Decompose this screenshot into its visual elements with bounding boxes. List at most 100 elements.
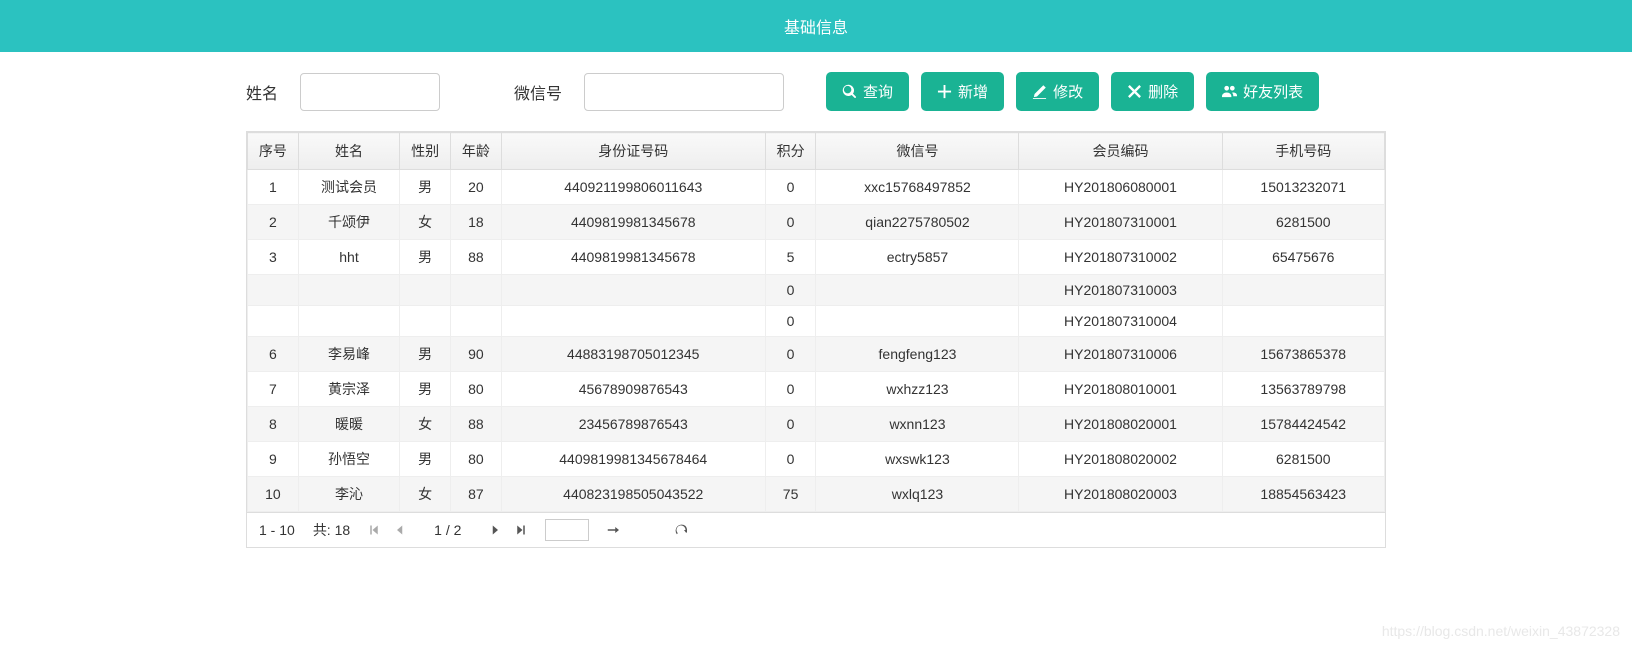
table-cell: 女 (400, 205, 451, 240)
table-cell: 75 (765, 477, 816, 512)
table-row[interactable]: 3hht男8844098199813456785ectry5857HY20180… (248, 240, 1385, 275)
table-row[interactable]: 0HY201807310003 (248, 275, 1385, 306)
table-cell: 女 (400, 407, 451, 442)
table-cell: HY201808020001 (1019, 407, 1222, 442)
table-cell: HY201808010001 (1019, 372, 1222, 407)
table-cell: 90 (451, 337, 502, 372)
table-row[interactable]: 8暖暖女88234567898765430wxnn123HY2018080200… (248, 407, 1385, 442)
table-cell: 男 (400, 240, 451, 275)
goto-page-input[interactable] (545, 519, 589, 541)
table-cell: 80 (451, 372, 502, 407)
last-page-icon[interactable] (515, 524, 527, 536)
table-cell: HY201806080001 (1019, 170, 1222, 205)
th-points[interactable]: 积分 (765, 133, 816, 170)
table-row[interactable]: 1测试会员男204409211998060116430xxc1576849785… (248, 170, 1385, 205)
table-cell: 0 (765, 170, 816, 205)
th-phone[interactable]: 手机号码 (1222, 133, 1384, 170)
table-cell: 18854563423 (1222, 477, 1384, 512)
table-cell: hht (298, 240, 400, 275)
th-seq[interactable]: 序号 (248, 133, 299, 170)
table-cell: 18 (451, 205, 502, 240)
page-header: 基础信息 (0, 0, 1632, 52)
table-cell: 6281500 (1222, 205, 1384, 240)
th-age[interactable]: 年龄 (451, 133, 502, 170)
table-cell: 0 (765, 442, 816, 477)
delete-button[interactable]: 删除 (1111, 72, 1194, 111)
table-cell (248, 275, 299, 306)
friends-button[interactable]: 好友列表 (1206, 72, 1319, 111)
prev-page-icon[interactable] (394, 524, 406, 536)
query-label: 查询 (863, 81, 893, 102)
table-cell: 440823198505043522 (501, 477, 765, 512)
next-page-icon[interactable] (489, 524, 501, 536)
search-icon (842, 84, 857, 99)
table-cell (248, 306, 299, 337)
table-row[interactable]: 9孙悟空男8044098199813456784640wxswk123HY201… (248, 442, 1385, 477)
friends-label: 好友列表 (1243, 81, 1303, 102)
table-cell: qian2275780502 (816, 205, 1019, 240)
table-cell (1222, 306, 1384, 337)
table-cell (451, 275, 502, 306)
table-cell: 暖暖 (298, 407, 400, 442)
name-input[interactable] (300, 73, 440, 111)
table-cell: 87 (451, 477, 502, 512)
table-cell: HY201808020002 (1019, 442, 1222, 477)
data-table-container: 序号 姓名 性别 年龄 身份证号码 积分 微信号 会员编码 手机号码 1测试会员… (246, 131, 1386, 548)
edit-label: 修改 (1053, 81, 1083, 102)
table-cell: ectry5857 (816, 240, 1019, 275)
table-cell (400, 275, 451, 306)
refresh-icon[interactable] (675, 524, 687, 536)
pager-page: 1 / 2 (434, 522, 461, 538)
table-cell: 10 (248, 477, 299, 512)
table-cell: 李易峰 (298, 337, 400, 372)
table-cell: HY201807310003 (1019, 275, 1222, 306)
table-cell: 20 (451, 170, 502, 205)
table-cell (501, 275, 765, 306)
table-cell: 0 (765, 372, 816, 407)
table-cell: HY201807310004 (1019, 306, 1222, 337)
table-cell: 3 (248, 240, 299, 275)
table-cell: 1 (248, 170, 299, 205)
th-name[interactable]: 姓名 (298, 133, 400, 170)
data-table: 序号 姓名 性别 年龄 身份证号码 积分 微信号 会员编码 手机号码 1测试会员… (247, 132, 1385, 512)
th-wechat[interactable]: 微信号 (816, 133, 1019, 170)
table-cell: 测试会员 (298, 170, 400, 205)
table-cell: 15013232071 (1222, 170, 1384, 205)
goto-icon[interactable] (607, 524, 619, 536)
add-button[interactable]: 新增 (921, 72, 1004, 111)
th-idcard[interactable]: 身份证号码 (501, 133, 765, 170)
table-cell: 4409819981345678 (501, 240, 765, 275)
table-cell: 李沁 (298, 477, 400, 512)
table-row[interactable]: 0HY201807310004 (248, 306, 1385, 337)
page-title: 基础信息 (784, 20, 848, 37)
table-cell: 男 (400, 337, 451, 372)
table-row[interactable]: 7黄宗泽男80456789098765430wxhzz123HY20180801… (248, 372, 1385, 407)
delete-label: 删除 (1148, 81, 1178, 102)
table-cell: 65475676 (1222, 240, 1384, 275)
first-page-icon[interactable] (368, 524, 380, 536)
table-cell: 88 (451, 240, 502, 275)
pagination-bar: 1 - 10 共: 18 1 / 2 (247, 512, 1385, 547)
table-cell: 0 (765, 407, 816, 442)
th-member[interactable]: 会员编码 (1019, 133, 1222, 170)
table-cell: 0 (765, 337, 816, 372)
table-row[interactable]: 10李沁女8744082319850504352275wxlq123HY2018… (248, 477, 1385, 512)
th-gender[interactable]: 性别 (400, 133, 451, 170)
table-row[interactable]: 6李易峰男90448831987050123450fengfeng123HY20… (248, 337, 1385, 372)
table-cell: 0 (765, 205, 816, 240)
edit-button[interactable]: 修改 (1016, 72, 1099, 111)
table-cell: wxswk123 (816, 442, 1019, 477)
table-cell: 9 (248, 442, 299, 477)
table-cell: wxlq123 (816, 477, 1019, 512)
table-cell: HY201807310002 (1019, 240, 1222, 275)
query-button[interactable]: 查询 (826, 72, 909, 111)
table-cell: 4409819981345678 (501, 205, 765, 240)
table-cell: 千颂伊 (298, 205, 400, 240)
table-row[interactable]: 2千颂伊女1844098199813456780qian2275780502HY… (248, 205, 1385, 240)
pager-total: 共: 18 (313, 520, 350, 540)
table-cell: 440921199806011643 (501, 170, 765, 205)
table-cell (298, 306, 400, 337)
table-cell: 女 (400, 477, 451, 512)
wechat-input[interactable] (584, 73, 784, 111)
table-cell: 88 (451, 407, 502, 442)
